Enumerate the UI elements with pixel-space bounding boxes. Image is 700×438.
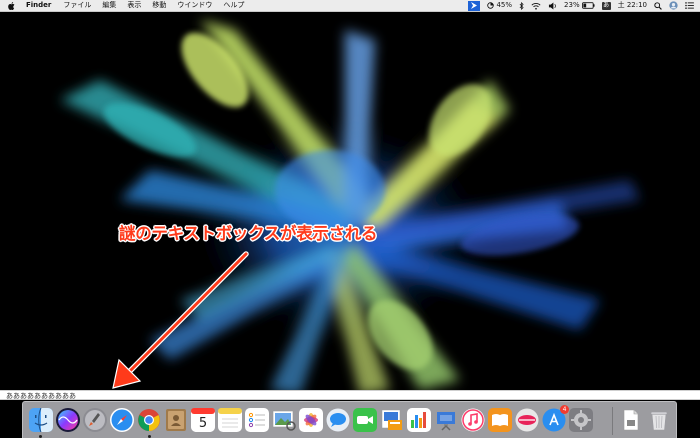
- menu-file[interactable]: ファイル: [63, 0, 91, 11]
- app-store-icon[interactable]: 4: [542, 405, 569, 432]
- siri-icon[interactable]: [56, 408, 80, 432]
- keynote-doc-icon[interactable]: [380, 408, 404, 432]
- volume-icon[interactable]: [548, 0, 557, 11]
- notification-center-icon[interactable]: [685, 0, 694, 11]
- menu-view[interactable]: 表示: [127, 0, 141, 11]
- ibooks-icon[interactable]: [488, 408, 512, 432]
- mystery-text-input[interactable]: ああああああああああ: [0, 390, 700, 400]
- linkage-icon[interactable]: [515, 408, 539, 432]
- safari-icon[interactable]: [110, 408, 134, 432]
- numbers-icon[interactable]: [407, 408, 431, 432]
- annotation-callout: 謎のテキストボックスが表示される: [119, 224, 378, 243]
- user-avatar-icon[interactable]: [669, 0, 678, 11]
- menu-help[interactable]: ヘルプ: [223, 0, 244, 11]
- apple-menu-icon[interactable]: [7, 1, 16, 10]
- input-method-indicator[interactable]: あ: [601, 0, 611, 11]
- document-icon[interactable]: [619, 408, 643, 432]
- menu-edit[interactable]: 編集: [102, 0, 116, 11]
- dock: 5 4: [22, 401, 677, 438]
- trash-icon[interactable]: [647, 408, 671, 432]
- notes-icon[interactable]: [218, 408, 242, 432]
- wifi-icon[interactable]: [531, 0, 541, 11]
- calendar-icon[interactable]: 5: [191, 408, 215, 432]
- menu-window[interactable]: ウインドウ: [177, 0, 212, 11]
- contacts-icon[interactable]: [164, 408, 188, 432]
- photos-icon[interactable]: [299, 408, 323, 432]
- battery-status-2[interactable]: 23%: [564, 0, 595, 11]
- dock-divider: [612, 407, 613, 435]
- finder-icon[interactable]: [29, 408, 53, 432]
- battery-percent-1: 45%: [496, 1, 513, 9]
- input-method-label: あ: [601, 1, 611, 10]
- app-store-badge: 4: [560, 405, 569, 414]
- paste-app-icon[interactable]: [468, 0, 481, 11]
- facetime-icon[interactable]: [353, 408, 377, 432]
- itunes-icon[interactable]: [461, 408, 485, 432]
- reminders-icon[interactable]: [245, 408, 269, 432]
- desktop-wallpaper: [0, 0, 700, 438]
- calendar-day: 5: [198, 415, 208, 431]
- messages-icon[interactable]: [326, 408, 350, 432]
- preview-icon[interactable]: [272, 408, 296, 432]
- keynote-icon[interactable]: [434, 408, 458, 432]
- menu-bar: Finder ファイル 編集 表示 移動 ウインドウ ヘルプ 45% 23% あ: [0, 0, 700, 12]
- launchpad-icon[interactable]: [83, 408, 107, 432]
- system-preferences-icon[interactable]: [569, 408, 593, 432]
- app-name-menu[interactable]: Finder: [26, 0, 51, 11]
- battery-status[interactable]: 45%: [487, 0, 512, 11]
- battery-percent-2: 23%: [564, 1, 580, 9]
- menu-go[interactable]: 移動: [152, 0, 166, 11]
- bluetooth-icon[interactable]: [519, 0, 524, 11]
- chrome-icon[interactable]: [137, 408, 161, 432]
- spotlight-search-icon[interactable]: [654, 0, 662, 11]
- clock[interactable]: 土 22:10: [618, 0, 647, 11]
